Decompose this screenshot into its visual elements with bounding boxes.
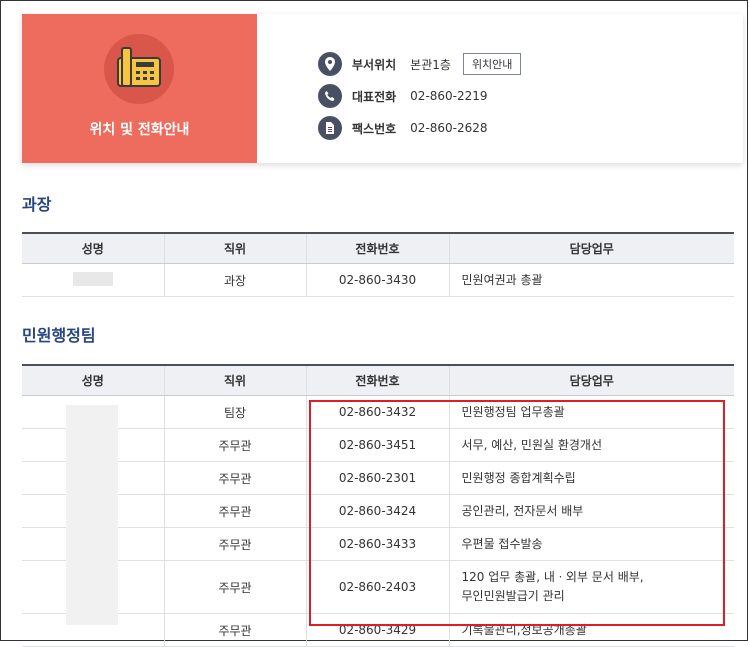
location-label: 부서위치: [352, 57, 397, 72]
table-header-row: 성명 직위 전화번호 담당업무: [22, 232, 734, 264]
location-guide-button[interactable]: 위치안내: [462, 53, 522, 75]
phone-icon: [318, 84, 342, 108]
section-title-director: 과장: [22, 195, 52, 214]
column-header-phone: 전화번호: [305, 364, 449, 396]
fax-label: 팩스번호: [352, 121, 397, 136]
phone-row: 대표전화 02-860-2219: [318, 84, 488, 108]
cell-position: 주무관: [163, 527, 306, 561]
section-title-team: 민원행정팀: [22, 326, 96, 345]
fax-value: 02-860-2628: [410, 121, 488, 135]
redacted-name: [72, 271, 113, 286]
column-header-phone: 전화번호: [305, 232, 449, 264]
column-header-position: 직위: [163, 232, 306, 264]
info-card: 위치 및 전화안내 부서위치 본관1층 위치안내 대표전화 02-860-221…: [22, 14, 743, 163]
phone-value: 02-860-2219: [410, 89, 488, 103]
cell-position: 과장: [163, 263, 306, 297]
column-header-name: 성명: [22, 232, 164, 264]
fax-document-icon: [318, 116, 342, 140]
column-header-duty: 담당업무: [448, 232, 734, 264]
cell-position: 주무관: [163, 560, 306, 614]
redacted-names-block: [66, 405, 118, 625]
cell-position: 주무관: [163, 613, 306, 647]
cell-name: [22, 263, 164, 297]
cell-position: 주무관: [163, 461, 306, 495]
cell-duty: 민원여권과 총괄: [448, 263, 734, 297]
phone-label: 대표전화: [352, 89, 397, 104]
column-header-position: 직위: [163, 364, 306, 396]
location-value: 본관1층: [410, 57, 451, 72]
cell-position: 주무관: [163, 494, 306, 528]
table-header-row: 성명 직위 전화번호 담당업무: [22, 364, 734, 396]
fax-row: 팩스번호 02-860-2628: [318, 116, 488, 140]
telephone-icon: [104, 34, 174, 104]
cell-position: 팀장: [163, 395, 306, 429]
table-row: 과장 02-860-3430 민원여권과 총괄: [22, 263, 734, 297]
info-card-banner: 위치 및 전화안내: [22, 14, 257, 163]
location-row: 부서위치 본관1층 위치안내: [318, 52, 522, 76]
column-header-name: 성명: [22, 364, 164, 396]
column-header-duty: 담당업무: [448, 364, 734, 396]
cell-position: 주무관: [163, 428, 306, 462]
info-card-title: 위치 및 전화안내: [89, 122, 190, 138]
cell-phone: 02-860-3430: [305, 263, 449, 297]
highlight-box: [309, 400, 725, 626]
director-table: 성명 직위 전화번호 담당업무 과장 02-860-3430 민원여권과 총괄: [22, 232, 734, 297]
location-pin-icon: [318, 52, 342, 76]
